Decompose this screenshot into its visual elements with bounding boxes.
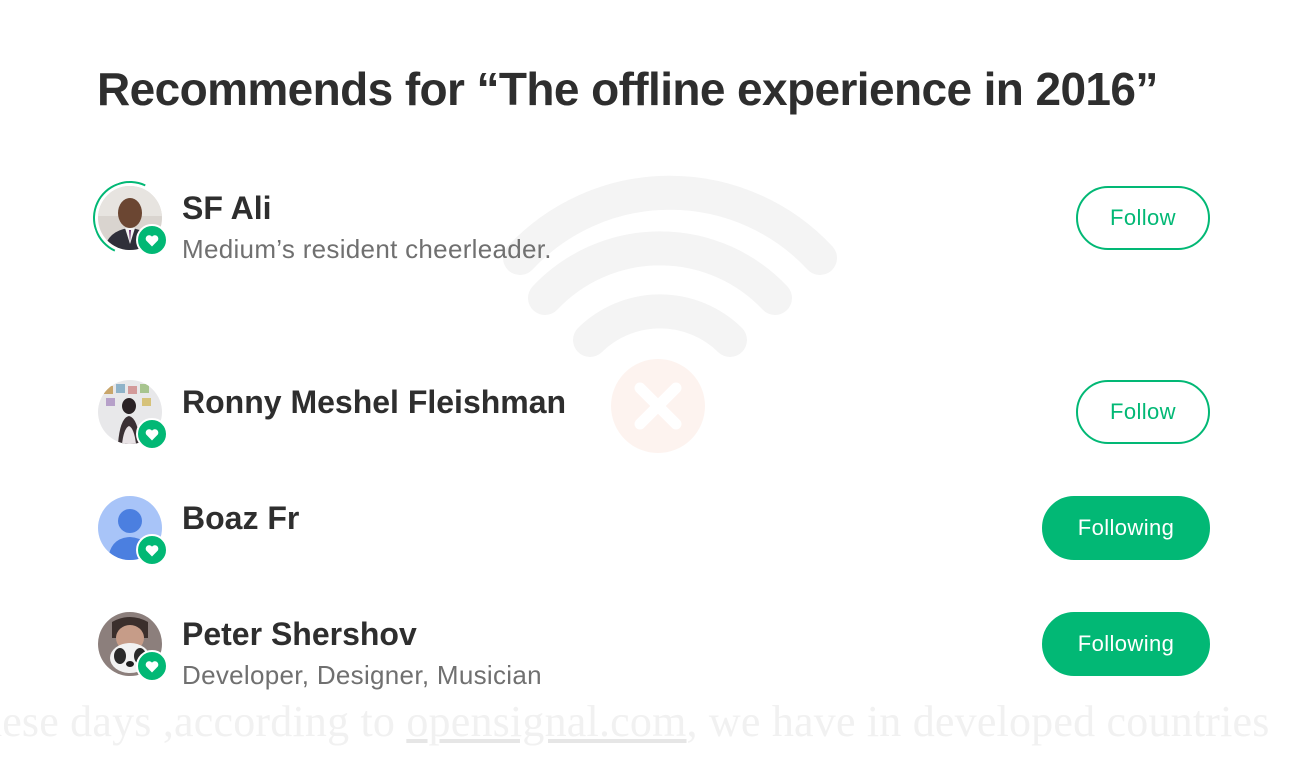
article-link[interactable]: opensignal.com bbox=[406, 697, 686, 746]
user-name[interactable]: SF Ali bbox=[182, 190, 271, 227]
follow-button[interactable]: Follow bbox=[1076, 186, 1210, 250]
heart-icon bbox=[136, 224, 168, 256]
dialog-title: Recommends for “The offline experience i… bbox=[97, 63, 1158, 115]
background-article-text: hese days ,according to opensignal.com, … bbox=[0, 696, 1300, 747]
user-avatar[interactable] bbox=[98, 380, 168, 450]
article-text-end: , we have in developed countries bbox=[686, 697, 1270, 746]
user-row: Boaz Fr Following bbox=[0, 496, 1300, 586]
heart-icon bbox=[136, 650, 168, 682]
user-name[interactable]: Boaz Fr bbox=[182, 500, 299, 537]
heart-icon bbox=[136, 534, 168, 566]
user-bio: Medium’s resident cheerleader. bbox=[182, 234, 552, 264]
user-avatar[interactable] bbox=[98, 496, 168, 566]
user-name[interactable]: Ronny Meshel Fleishman bbox=[182, 384, 566, 421]
article-text-start: hese days ,according to bbox=[0, 697, 407, 746]
user-avatar[interactable] bbox=[98, 612, 168, 682]
recommends-dialog: hese days ,according to opensignal.com, … bbox=[0, 0, 1300, 776]
user-row: SF Ali Medium’s resident cheerleader. Fo… bbox=[0, 170, 1300, 276]
user-bio: Developer, Designer, Musician bbox=[182, 660, 542, 690]
user-row: Ronny Meshel Fleishman Follow bbox=[0, 380, 1300, 470]
follow-button[interactable]: Follow bbox=[1076, 380, 1210, 444]
user-row: Peter Shershov Developer, Designer, Musi… bbox=[0, 612, 1300, 702]
user-avatar[interactable] bbox=[82, 170, 178, 266]
following-button[interactable]: Following bbox=[1042, 612, 1210, 676]
following-button[interactable]: Following bbox=[1042, 496, 1210, 560]
user-name[interactable]: Peter Shershov bbox=[182, 616, 417, 653]
heart-icon bbox=[136, 418, 168, 450]
